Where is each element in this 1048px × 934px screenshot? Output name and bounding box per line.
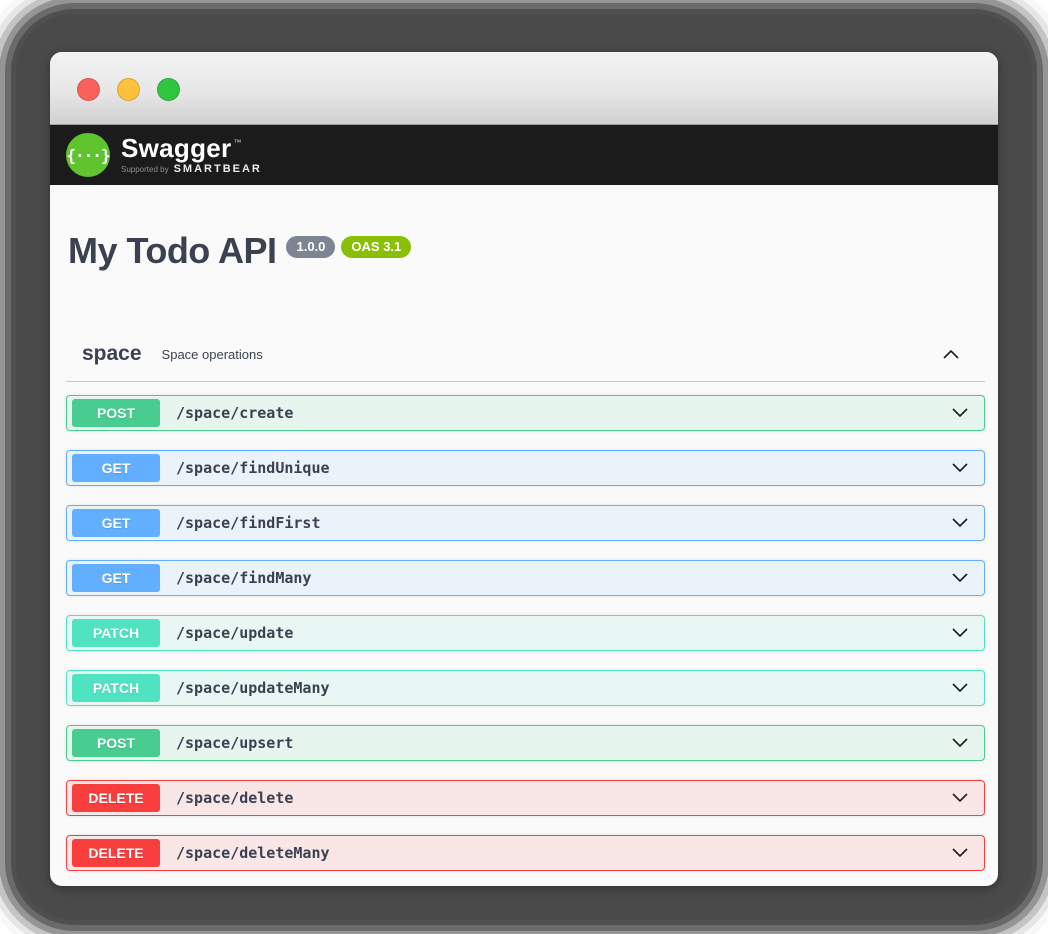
operation-path: /space/findFirst bbox=[176, 514, 321, 532]
expand-operation-button[interactable] bbox=[950, 461, 970, 475]
method-badge: PATCH bbox=[72, 674, 160, 702]
tag-name: space bbox=[82, 342, 142, 366]
method-badge: DELETE bbox=[72, 784, 160, 812]
operation-path: /space/updateMany bbox=[176, 679, 330, 697]
brand-name: Swagger bbox=[121, 135, 231, 162]
chevron-down-icon bbox=[950, 681, 970, 695]
brand-text: Swagger ™ Supported by SMARTBEAR bbox=[121, 135, 262, 175]
operation-row-get-space-findFirst[interactable]: GET /space/findFirst bbox=[66, 505, 985, 541]
trademark-symbol: ™ bbox=[233, 138, 241, 147]
tag-description: Space operations bbox=[162, 347, 263, 362]
method-badge: GET bbox=[72, 509, 160, 537]
operation-row-get-space-findUnique[interactable]: GET /space/findUnique bbox=[66, 450, 985, 486]
expand-operation-button[interactable] bbox=[950, 571, 970, 585]
method-badge: DELETE bbox=[72, 839, 160, 867]
operation-path: /space/findMany bbox=[176, 569, 311, 587]
chevron-up-icon bbox=[941, 347, 961, 361]
operation-row-get-space-findMany[interactable]: GET /space/findMany bbox=[66, 560, 985, 596]
expand-operation-button[interactable] bbox=[950, 516, 970, 530]
expand-operation-button[interactable] bbox=[950, 791, 970, 805]
app-window: {···} Swagger ™ Supported by SMARTBEAR M… bbox=[50, 52, 998, 886]
chevron-down-icon bbox=[950, 461, 970, 475]
expand-operation-button[interactable] bbox=[950, 406, 970, 420]
chevron-down-icon bbox=[950, 406, 970, 420]
operation-path: /space/upsert bbox=[176, 734, 293, 752]
operation-row-post-space-upsert[interactable]: POST /space/upsert bbox=[66, 725, 985, 761]
operations-list: POST /space/create GET /space/findUnique… bbox=[66, 395, 985, 885]
close-button[interactable] bbox=[77, 78, 100, 101]
main-content: My Todo API 1.0.0 OAS 3.1 space Space op… bbox=[50, 231, 998, 885]
window-titlebar[interactable] bbox=[50, 52, 998, 125]
smartbear-brand: SMARTBEAR bbox=[174, 163, 262, 175]
swagger-logo-icon: {···} bbox=[66, 133, 110, 177]
api-info-header: My Todo API 1.0.0 OAS 3.1 bbox=[68, 231, 985, 271]
method-badge: PATCH bbox=[72, 619, 160, 647]
expand-operation-button[interactable] bbox=[950, 681, 970, 695]
method-badge: GET bbox=[72, 564, 160, 592]
oas-badge: OAS 3.1 bbox=[341, 236, 411, 258]
method-badge: GET bbox=[72, 454, 160, 482]
chevron-down-icon bbox=[950, 736, 970, 750]
expand-operation-button[interactable] bbox=[950, 846, 970, 860]
operation-path: /space/deleteMany bbox=[176, 844, 330, 862]
operation-row-patch-space-updateMany[interactable]: PATCH /space/updateMany bbox=[66, 670, 985, 706]
supported-by-label: Supported by bbox=[121, 165, 169, 174]
operation-path: /space/delete bbox=[176, 789, 293, 807]
chevron-down-icon bbox=[950, 516, 970, 530]
operation-row-patch-space-update[interactable]: PATCH /space/update bbox=[66, 615, 985, 651]
chevron-down-icon bbox=[950, 791, 970, 805]
operation-row-delete-space-deleteMany[interactable]: DELETE /space/deleteMany bbox=[66, 835, 985, 871]
operation-row-delete-space-delete[interactable]: DELETE /space/delete bbox=[66, 780, 985, 816]
operation-row-post-space-create[interactable]: POST /space/create bbox=[66, 395, 985, 431]
expand-operation-button[interactable] bbox=[950, 736, 970, 750]
swagger-topbar: {···} Swagger ™ Supported by SMARTBEAR bbox=[50, 125, 998, 185]
chevron-down-icon bbox=[950, 626, 970, 640]
expand-operation-button[interactable] bbox=[950, 626, 970, 640]
chevron-down-icon bbox=[950, 571, 970, 585]
minimize-button[interactable] bbox=[117, 78, 140, 101]
zoom-button[interactable] bbox=[157, 78, 180, 101]
operation-path: /space/findUnique bbox=[176, 459, 330, 477]
method-badge: POST bbox=[72, 729, 160, 757]
method-badge: POST bbox=[72, 399, 160, 427]
swagger-brand-link[interactable]: {···} Swagger ™ Supported by SMARTBEAR bbox=[66, 133, 262, 177]
page-title: My Todo API bbox=[68, 231, 276, 271]
operation-path: /space/update bbox=[176, 624, 293, 642]
operation-path: /space/create bbox=[176, 404, 293, 422]
version-badge: 1.0.0 bbox=[286, 236, 335, 258]
tag-section-header[interactable]: space Space operations bbox=[66, 342, 985, 382]
collapse-section-button[interactable] bbox=[941, 347, 961, 361]
chevron-down-icon bbox=[950, 846, 970, 860]
